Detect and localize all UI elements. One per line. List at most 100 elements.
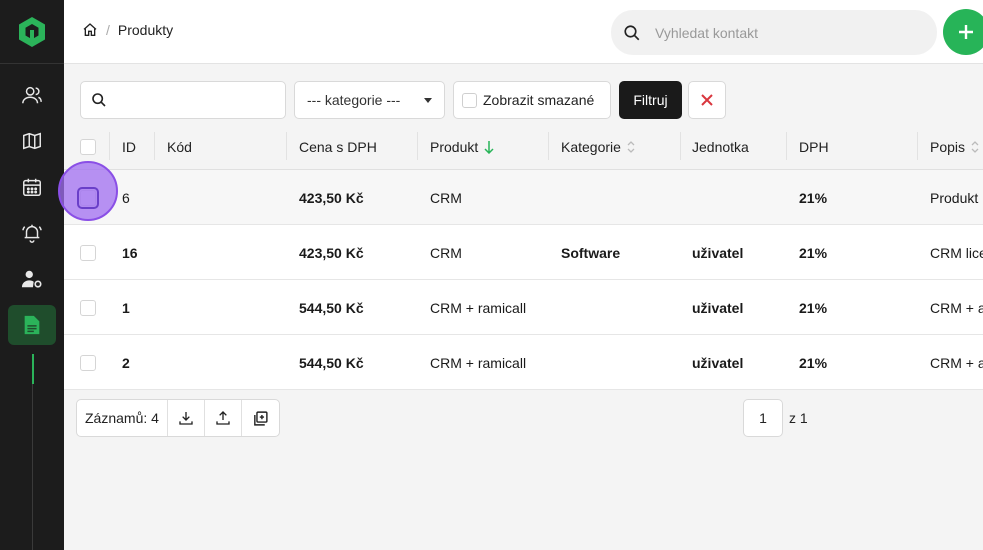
clear-filter-button[interactable] bbox=[688, 81, 726, 119]
column-header-product[interactable]: Produkt bbox=[430, 124, 494, 170]
cell-vat: 21% bbox=[799, 189, 828, 206]
column-header-code[interactable]: Kód bbox=[167, 124, 192, 170]
duplicate-button[interactable] bbox=[242, 400, 279, 436]
highlighted-row-checkbox[interactable] bbox=[77, 187, 99, 209]
logo-icon bbox=[19, 16, 45, 47]
document-icon bbox=[24, 315, 40, 335]
calendar-icon bbox=[23, 178, 41, 196]
cell-vat: 21% bbox=[799, 299, 828, 316]
row-checkbox[interactable] bbox=[80, 355, 96, 371]
add-button[interactable] bbox=[943, 9, 983, 55]
column-header-price[interactable]: Cena s DPH bbox=[299, 124, 377, 170]
notifications-nav[interactable] bbox=[8, 213, 56, 253]
column-divider bbox=[548, 132, 549, 160]
table-search-input[interactable] bbox=[113, 92, 283, 108]
filter-button[interactable]: Filtruj bbox=[619, 81, 682, 119]
bell-icon bbox=[22, 224, 42, 243]
table-row[interactable]: 1 544,50 Kč CRM + ramicall uživatel 21% … bbox=[64, 280, 983, 335]
upload-button[interactable] bbox=[205, 400, 242, 436]
column-divider bbox=[286, 132, 287, 160]
cell-id: 16 bbox=[122, 244, 138, 261]
download-icon bbox=[179, 412, 193, 425]
category-select[interactable]: --- kategorie --- bbox=[294, 81, 445, 119]
column-divider bbox=[680, 132, 681, 160]
top-header: / Produkty bbox=[64, 0, 983, 64]
cell-product: CRM + ramicall bbox=[430, 299, 527, 316]
table-row[interactable]: 16 423,50 Kč CRM Software uživatel 21% C… bbox=[64, 225, 983, 280]
download-button[interactable] bbox=[168, 400, 205, 436]
home-link[interactable] bbox=[82, 22, 98, 38]
cell-id: 1 bbox=[122, 299, 130, 316]
column-header-category[interactable]: Kategorie bbox=[561, 124, 635, 170]
contact-search-input[interactable] bbox=[655, 24, 915, 41]
calendar-nav[interactable] bbox=[8, 167, 56, 207]
show-deleted-checkbox[interactable] bbox=[462, 92, 477, 108]
cell-product: CRM + ramicall bbox=[430, 354, 527, 371]
cell-unit: uživatel bbox=[692, 354, 744, 371]
cell-product: CRM bbox=[430, 244, 462, 261]
cell-vat: 21% bbox=[799, 354, 828, 371]
home-icon bbox=[83, 23, 97, 36]
page-total: z 1 bbox=[789, 410, 808, 426]
user-settings-nav[interactable] bbox=[8, 259, 56, 299]
close-icon bbox=[701, 94, 713, 106]
column-divider bbox=[917, 132, 918, 160]
breadcrumb-current: Produkty bbox=[117, 22, 174, 38]
sort-desc-icon bbox=[484, 141, 494, 154]
contact-search[interactable] bbox=[611, 10, 937, 55]
sort-icon bbox=[971, 141, 979, 153]
column-divider bbox=[786, 132, 787, 160]
map-nav[interactable] bbox=[8, 121, 56, 161]
cell-id: 6 bbox=[122, 189, 130, 206]
show-deleted-label: Zobrazit smazané bbox=[483, 92, 595, 108]
sort-icon bbox=[627, 141, 635, 153]
column-header-id[interactable]: ID bbox=[122, 124, 136, 170]
column-header-description[interactable]: Popis bbox=[930, 124, 979, 170]
active-indicator bbox=[32, 354, 34, 384]
cell-price: 544,50 Kč bbox=[299, 354, 364, 371]
cell-unit: uživatel bbox=[692, 244, 744, 261]
cell-price: 544,50 Kč bbox=[299, 299, 364, 316]
contacts-nav[interactable] bbox=[8, 75, 56, 115]
row-checkbox[interactable] bbox=[80, 300, 96, 316]
cell-category: Software bbox=[561, 244, 621, 261]
cell-product: CRM bbox=[430, 189, 462, 206]
upload-icon bbox=[216, 411, 230, 425]
cell-price: 423,50 Kč bbox=[299, 189, 364, 206]
map-icon bbox=[23, 132, 41, 150]
cell-vat: 21% bbox=[799, 244, 828, 261]
table-footer-tools: Záznamů: 4 bbox=[76, 399, 280, 437]
products-nav[interactable] bbox=[8, 305, 56, 345]
column-divider bbox=[109, 132, 110, 160]
cell-description: Produkt bbox=[930, 189, 979, 206]
breadcrumb-separator: / bbox=[106, 22, 110, 38]
cell-description: CRM + a bbox=[930, 299, 983, 316]
app-logo[interactable] bbox=[0, 0, 64, 64]
users-icon bbox=[22, 86, 42, 104]
column-header-unit[interactable]: Jednotka bbox=[692, 124, 749, 170]
sidebar-divider bbox=[32, 384, 33, 550]
column-header-vat[interactable]: DPH bbox=[799, 124, 829, 170]
category-select-value: --- kategorie --- bbox=[307, 92, 401, 108]
row-checkbox[interactable] bbox=[80, 245, 96, 261]
cell-price: 423,50 Kč bbox=[299, 244, 364, 261]
cell-description: CRM lice bbox=[930, 244, 983, 261]
products-table: ID Kód Cena s DPH Produkt Kategorie Jedn… bbox=[64, 124, 983, 390]
records-count: Záznamů: 4 bbox=[77, 400, 168, 436]
cell-id: 2 bbox=[122, 354, 130, 371]
chevron-down-icon bbox=[424, 98, 432, 103]
page-number-input[interactable]: 1 bbox=[743, 399, 783, 437]
user-settings-icon bbox=[21, 270, 42, 288]
breadcrumb: / Produkty bbox=[82, 22, 173, 38]
show-deleted-toggle[interactable]: Zobrazit smazané bbox=[453, 81, 611, 119]
plus-icon bbox=[959, 25, 973, 39]
select-all-checkbox[interactable] bbox=[80, 139, 96, 155]
column-divider bbox=[154, 132, 155, 160]
column-divider bbox=[417, 132, 418, 160]
duplicate-icon bbox=[254, 410, 268, 426]
table-header: ID Kód Cena s DPH Produkt Kategorie Jedn… bbox=[64, 124, 983, 170]
table-row[interactable]: 2 544,50 Kč CRM + ramicall uživatel 21% … bbox=[64, 335, 983, 390]
search-icon bbox=[624, 24, 640, 40]
table-row[interactable]: 6 423,50 Kč CRM 21% Produkt bbox=[64, 170, 983, 225]
table-search[interactable] bbox=[80, 81, 286, 119]
